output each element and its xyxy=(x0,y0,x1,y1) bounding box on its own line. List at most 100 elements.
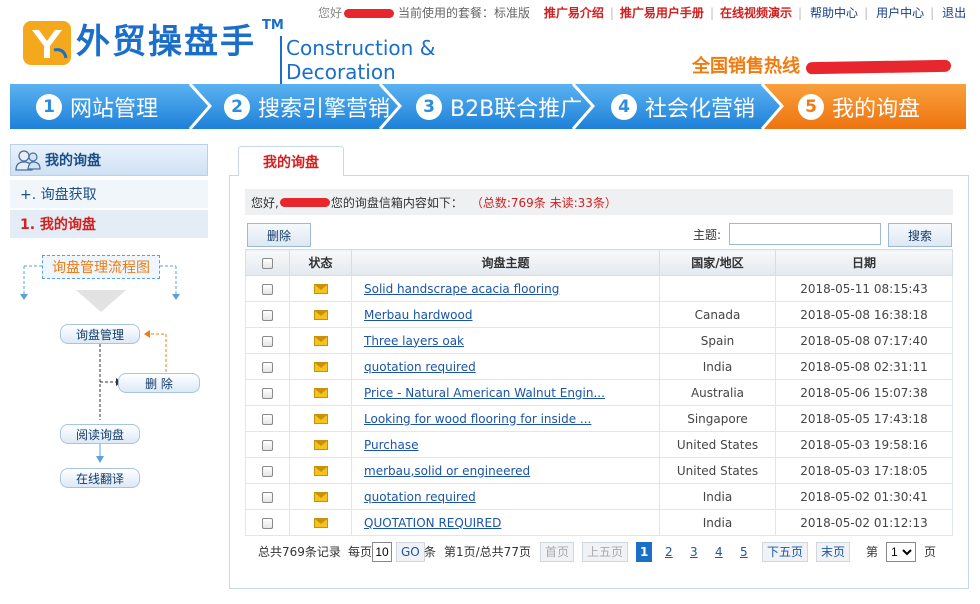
prev-five-button[interactable]: 上五页 xyxy=(582,542,629,562)
select-all-checkbox[interactable] xyxy=(262,257,273,269)
inquiry-country xyxy=(659,275,776,302)
flowchart-title: 询盘管理流程图 xyxy=(42,255,160,279)
row-checkbox[interactable] xyxy=(262,283,273,295)
page-3[interactable]: 3 xyxy=(687,542,701,562)
link-user-center[interactable]: 用户中心 xyxy=(876,6,924,20)
link-logout[interactable]: 退出 xyxy=(942,6,966,20)
inquiry-subject-link[interactable]: Price - Natural American Walnut Engin... xyxy=(364,386,605,400)
step-my-inquiries[interactable]: 5 我的询盘 xyxy=(798,84,920,129)
table-header: 状态 询盘主题 国家/地区 日期 xyxy=(245,249,953,276)
page-5[interactable]: 5 xyxy=(737,542,751,562)
row-checkbox[interactable] xyxy=(262,491,273,503)
page-jump-select[interactable]: 1 xyxy=(886,542,916,562)
unread-envelope-icon xyxy=(313,336,328,346)
header-country: 国家/地区 xyxy=(659,249,776,276)
table-row: Purchase United States 2018-05-03 19:58:16 xyxy=(245,431,953,458)
first-page-button[interactable]: 首页 xyxy=(540,542,575,562)
inquiry-subject-link[interactable]: Looking for wood flooring for inside ... xyxy=(364,412,591,426)
inquiry-country: Spain xyxy=(659,327,776,354)
link-video-demo[interactable]: 在线视频演示 xyxy=(720,6,792,20)
unread-envelope-icon xyxy=(313,388,328,398)
step-b2b-promotion[interactable]: 3 B2B联合推广 xyxy=(416,84,582,129)
header-subject: 询盘主题 xyxy=(351,249,660,276)
link-help-center[interactable]: 帮助中心 xyxy=(810,6,858,20)
flow-box-translate: 在线翻译 xyxy=(60,468,140,488)
table-row: Solid handscrape acacia flooring 2018-05-… xyxy=(245,275,953,302)
flow-box-read: 阅读询盘 xyxy=(60,424,140,444)
unread-envelope-icon xyxy=(313,440,328,450)
table-row: QUOTATION REQUIRED India 2018-05-02 01:12:… xyxy=(245,509,953,536)
row-checkbox[interactable] xyxy=(262,309,273,321)
pager-total: 总共769条记录 xyxy=(258,545,341,559)
unread-envelope-icon xyxy=(313,362,328,372)
subject-search-input[interactable] xyxy=(729,223,881,245)
table-row: Price - Natural American Walnut Engin...… xyxy=(245,379,953,406)
search-button[interactable]: 搜索 xyxy=(888,223,952,247)
row-checkbox[interactable] xyxy=(262,465,273,477)
header-select-all[interactable] xyxy=(245,249,290,276)
pager-page-info: 第1页/总共77页 xyxy=(444,545,531,559)
page-4[interactable]: 4 xyxy=(712,542,726,562)
sidebar-header: 我的询盘 xyxy=(10,144,208,176)
table-row: Looking for wood flooring for inside ...… xyxy=(245,405,953,432)
page-1[interactable]: 1 xyxy=(636,542,653,562)
page-2[interactable]: 2 xyxy=(662,542,676,562)
row-checkbox[interactable] xyxy=(262,387,273,399)
inquiry-country: Singapore xyxy=(659,405,776,432)
pager-unit: 条 xyxy=(424,545,437,559)
inquiry-date: 2018-05-06 15:07:38 xyxy=(775,379,953,406)
tab-my-inquiries[interactable]: 我的询盘 xyxy=(238,146,344,176)
users-icon xyxy=(15,150,41,171)
inquiry-date: 2018-05-11 08:15:43 xyxy=(775,275,953,302)
inbox-summary: 您好, 您的询盘信箱内容如下： （总数:769条 未读:33条） xyxy=(245,189,953,215)
link-intro[interactable]: 推广易介绍 xyxy=(544,6,604,20)
unread-envelope-icon xyxy=(313,518,328,528)
inquiry-subject-link[interactable]: Purchase xyxy=(364,438,419,452)
row-checkbox[interactable] xyxy=(262,361,273,373)
inquiry-subject-link[interactable]: Merbau hardwood xyxy=(364,308,472,322)
redacted-username xyxy=(344,9,395,18)
row-checkbox[interactable] xyxy=(262,335,273,347)
last-page-button[interactable]: 末页 xyxy=(816,542,851,562)
logo-cn-text: 外贸操盘手 xyxy=(76,22,256,62)
inquiry-date: 2018-05-08 07:17:40 xyxy=(775,327,953,354)
pagination: 总共769条记录 每页 GO 条 第1页/总共77页 首页 上五页 1 2 3 … xyxy=(258,542,958,564)
sidebar-item-my-inquiries[interactable]: 1. 我的询盘 xyxy=(10,210,208,238)
main-panel: 您好, 您的询盘信箱内容如下： （总数:769条 未读:33条） 删除 主题: 搜索… xyxy=(229,175,969,589)
step-website-management[interactable]: 1 网站管理 xyxy=(36,84,158,129)
delete-button[interactable]: 删除 xyxy=(247,223,311,247)
inquiry-date: 2018-05-03 17:18:05 xyxy=(775,457,953,484)
hotline-label: 全国销售热线 xyxy=(692,56,800,77)
subject-label: 主题: xyxy=(693,228,722,242)
row-checkbox[interactable] xyxy=(262,439,273,451)
step-search-engine-marketing[interactable]: 2 搜索引擎营销 xyxy=(224,84,390,129)
inquiry-subject-link[interactable]: quotation required xyxy=(364,490,476,504)
table-row: Merbau hardwood Canada 2018-05-08 16:38:18 xyxy=(245,301,953,328)
pager-per-page-label: 每页 xyxy=(348,545,373,559)
flow-box-delete: 删 除 xyxy=(118,373,200,393)
next-five-button[interactable]: 下五页 xyxy=(762,542,809,562)
pager-jump-suffix: 页 xyxy=(924,545,937,559)
flow-box-manage: 询盘管理 xyxy=(60,324,140,344)
redacted-username xyxy=(279,197,330,207)
inquiry-date: 2018-05-05 17:43:18 xyxy=(775,405,953,432)
inquiry-date: 2018-05-08 02:31:11 xyxy=(775,353,953,380)
inquiry-subject-link[interactable]: QUOTATION REQUIRED xyxy=(364,516,501,530)
sidebar-item-get-inquiries[interactable]: +. 询盘获取 xyxy=(10,180,208,208)
inquiry-country: Canada xyxy=(659,301,776,328)
inquiry-date: 2018-05-03 19:58:16 xyxy=(775,431,953,458)
inquiry-subject-link[interactable]: merbau,solid or engineered xyxy=(364,464,530,478)
per-page-input[interactable] xyxy=(372,542,392,562)
inquiry-subject-link[interactable]: Three layers oak xyxy=(364,334,464,348)
link-manual[interactable]: 推广易用户手册 xyxy=(620,6,704,20)
inquiry-country: India xyxy=(659,509,776,536)
inquiry-subject-link[interactable]: quotation required xyxy=(364,360,476,374)
sales-hotline: 全国销售热线 xyxy=(692,52,952,78)
sidebar-title: 我的询盘 xyxy=(45,153,101,169)
row-checkbox[interactable] xyxy=(262,413,273,425)
go-button[interactable]: GO xyxy=(396,542,425,562)
inquiry-subject-link[interactable]: Solid handscrape acacia flooring xyxy=(364,282,559,296)
step-social-marketing[interactable]: 4 社会化营销 xyxy=(611,84,755,129)
inquiry-date: 2018-05-08 16:38:18 xyxy=(775,301,953,328)
row-checkbox[interactable] xyxy=(262,517,273,529)
